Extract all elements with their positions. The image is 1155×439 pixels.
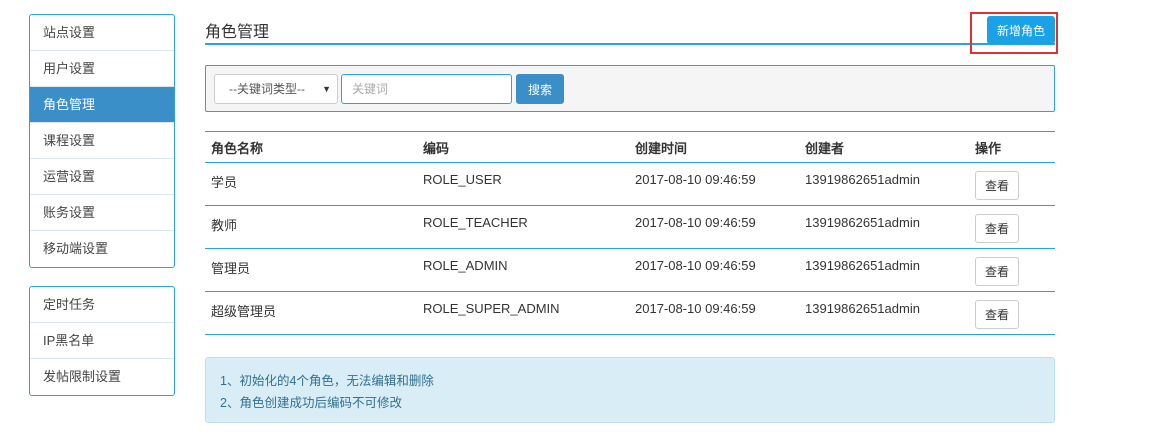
sidebar-item-ip-blacklist[interactable]: IP黑名单: [30, 323, 174, 359]
view-button[interactable]: 查看: [975, 300, 1019, 329]
cell-role-name: 教师: [205, 205, 417, 249]
view-button[interactable]: 查看: [975, 171, 1019, 200]
column-header-role-name: 角色名称: [205, 131, 417, 163]
search-panel: --关键词类型-- ▼ 搜索: [205, 65, 1055, 112]
keyword-input[interactable]: [341, 74, 512, 104]
cell-created-time: 2017-08-10 09:46:59: [629, 291, 799, 335]
cell-creator: 13919862651admin: [799, 248, 969, 292]
sidebar-item-user-settings[interactable]: 用户设置: [30, 51, 174, 87]
sidebar-item-mobile-settings[interactable]: 移动端设置: [30, 231, 174, 267]
keyword-type-value: --关键词类型--: [229, 82, 305, 96]
sidebar-item-operation-settings[interactable]: 运营设置: [30, 159, 174, 195]
cell-actions: 查看: [969, 248, 1055, 292]
add-role-button[interactable]: 新增角色: [987, 16, 1055, 44]
cell-code: ROLE_SUPER_ADMIN: [417, 291, 629, 335]
column-header-code: 编码: [417, 131, 629, 163]
cell-role-name: 学员: [205, 162, 417, 206]
cell-actions: 查看: [969, 205, 1055, 249]
sidebar-item-site-settings[interactable]: 站点设置: [30, 15, 174, 51]
sidebar-item-course-settings[interactable]: 课程设置: [30, 123, 174, 159]
cell-role-name: 管理员: [205, 248, 417, 292]
table-row: 管理员 ROLE_ADMIN 2017-08-10 09:46:59 13919…: [205, 248, 1055, 292]
info-notes: 1、初始化的4个角色，无法编辑和删除 2、角色创建成功后编码不可修改: [205, 357, 1055, 423]
table-header-row: 角色名称 编码 创建时间 创建者 操作: [205, 131, 1055, 163]
sidebar-item-finance-settings[interactable]: 账务设置: [30, 195, 174, 231]
sidebar-item-post-limit-settings[interactable]: 发帖限制设置: [30, 359, 174, 395]
sidebar-item-scheduled-tasks[interactable]: 定时任务: [30, 287, 174, 323]
cell-code: ROLE_TEACHER: [417, 205, 629, 249]
sidebar-main-menu: 站点设置 用户设置 角色管理 课程设置 运营设置 账务设置 移动端设置: [29, 14, 175, 268]
cell-creator: 13919862651admin: [799, 291, 969, 335]
cell-created-time: 2017-08-10 09:46:59: [629, 248, 799, 292]
page-title: 角色管理: [205, 24, 270, 41]
sidebar-secondary-menu: 定时任务 IP黑名单 发帖限制设置: [29, 286, 175, 396]
cell-created-time: 2017-08-10 09:46:59: [629, 205, 799, 249]
cell-creator: 13919862651admin: [799, 205, 969, 249]
table-row: 学员 ROLE_USER 2017-08-10 09:46:59 1391986…: [205, 162, 1055, 206]
cell-actions: 查看: [969, 162, 1055, 206]
keyword-type-select[interactable]: --关键词类型-- ▼: [214, 74, 338, 104]
note-line: 2、角色创建成功后编码不可修改: [220, 396, 402, 410]
dropdown-arrow-icon: ▼: [322, 84, 331, 94]
cell-actions: 查看: [969, 291, 1055, 335]
column-header-actions: 操作: [969, 131, 1055, 163]
title-divider: [205, 43, 1055, 45]
column-header-creator: 创建者: [799, 131, 969, 163]
search-button[interactable]: 搜索: [516, 74, 564, 104]
view-button[interactable]: 查看: [975, 214, 1019, 243]
cell-created-time: 2017-08-10 09:46:59: [629, 162, 799, 206]
cell-role-name: 超级管理员: [205, 291, 417, 335]
sidebar-item-role-management[interactable]: 角色管理: [30, 87, 174, 123]
table-row: 教师 ROLE_TEACHER 2017-08-10 09:46:59 1391…: [205, 205, 1055, 249]
note-line: 1、初始化的4个角色，无法编辑和删除: [220, 374, 434, 388]
view-button[interactable]: 查看: [975, 257, 1019, 286]
cell-creator: 13919862651admin: [799, 162, 969, 206]
cell-code: ROLE_USER: [417, 162, 629, 206]
cell-code: ROLE_ADMIN: [417, 248, 629, 292]
table-row: 超级管理员 ROLE_SUPER_ADMIN 2017-08-10 09:46:…: [205, 291, 1055, 335]
roles-table: 角色名称 编码 创建时间 创建者 操作 学员 ROLE_USER 2017-08…: [205, 131, 1055, 335]
column-header-created-time: 创建时间: [629, 131, 799, 163]
